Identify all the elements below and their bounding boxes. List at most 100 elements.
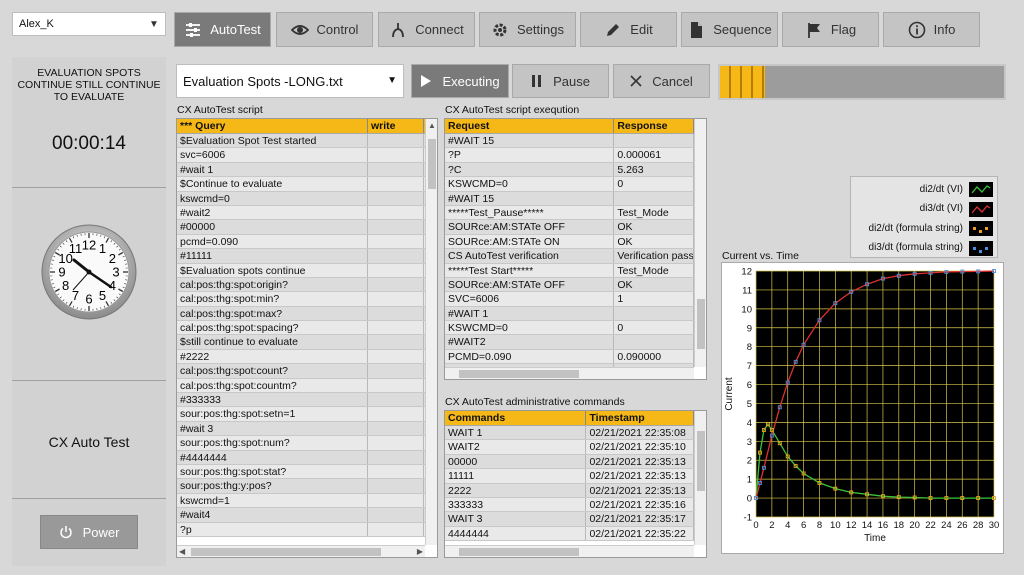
- table-row[interactable]: *****Test Start***** Test_Mode: [445, 263, 694, 278]
- table-row[interactable]: $Evaluation spots continue: [177, 263, 425, 278]
- table-row[interactable]: sour:pos:thg:spot:setn=1: [177, 407, 425, 422]
- table-row[interactable]: #wait 3: [177, 421, 425, 437]
- table-row[interactable]: WAIT 1 02/21/2021 22:35:08: [445, 426, 694, 441]
- table-row[interactable]: #WAIT 1: [445, 306, 694, 322]
- table-row[interactable]: WAIT2 02/21/2021 22:35:10: [445, 440, 694, 455]
- executing-label: Executing: [442, 73, 500, 89]
- table-row[interactable]: ?C 5.263: [445, 162, 694, 178]
- table-row[interactable]: CS AutoTest verification Verification pas…: [445, 249, 694, 264]
- legend-item: di3/dt (VI): [851, 200, 999, 218]
- nav-label: Info: [933, 22, 956, 37]
- table-row[interactable]: pcmd=0.090: [177, 234, 425, 250]
- nav-edit[interactable]: Edit: [580, 12, 677, 47]
- table-row[interactable]: SOURce:AM:STATe ON OK: [445, 234, 694, 250]
- table-row[interactable]: $still continue to evaluate: [177, 335, 425, 350]
- table-row[interactable]: #00000: [177, 220, 425, 235]
- vertical-scrollbar[interactable]: ▲: [425, 119, 437, 545]
- table-row[interactable]: cal:pos:thg:spot:count?: [177, 364, 425, 379]
- table-row[interactable]: #333333: [177, 393, 425, 408]
- table-row[interactable]: $Continue to evaluate: [177, 177, 425, 192]
- column-header[interactable]: Request: [445, 119, 615, 133]
- table-row[interactable]: ?P 0.000061: [445, 148, 694, 163]
- admin-commands-table[interactable]: Commands Timestamp WAIT 1 02/21/2021 22:3…: [444, 410, 707, 558]
- script-file-select[interactable]: Evaluation Spots -LONG.txt ▼: [176, 64, 404, 98]
- script-file-name: Evaluation Spots -LONG.txt: [183, 73, 343, 89]
- table-row[interactable]: sour:pos:thg:spot:stat?: [177, 464, 425, 480]
- x-tick-label: 8: [817, 520, 822, 531]
- table-cell: [368, 205, 424, 220]
- column-header[interactable]: *** Query: [177, 119, 368, 133]
- table-row[interactable]: #wait2: [177, 205, 425, 221]
- table-row[interactable]: #wait4: [177, 508, 425, 523]
- table-row[interactable]: cal:pos:thg:spot:min?: [177, 292, 425, 307]
- nav-flag[interactable]: Flag: [782, 12, 879, 47]
- x-tick-label: 10: [830, 520, 841, 531]
- nav-control[interactable]: Control: [276, 12, 373, 47]
- table-row[interactable]: svc=6006: [177, 148, 425, 163]
- executing-button[interactable]: Executing: [411, 64, 509, 98]
- nav-settings[interactable]: Settings: [479, 12, 576, 47]
- column-header[interactable]: Timestamp: [586, 411, 694, 425]
- table-cell: 02/21/2021 22:35:13: [586, 483, 694, 497]
- x-tick-label: 0: [753, 520, 758, 531]
- table-row[interactable]: cal:pos:thg:spot:countm?: [177, 378, 425, 394]
- column-header[interactable]: Response: [614, 119, 694, 133]
- table-row[interactable]: #WAIT2: [445, 335, 694, 350]
- table-row[interactable]: #wait 1: [177, 162, 425, 178]
- script-table[interactable]: *** Query write $Evaluation Spot Test st…: [176, 118, 438, 558]
- legend-item: di3/dt (formula string): [851, 239, 999, 257]
- table-row[interactable]: SVC=6006 1: [445, 292, 694, 307]
- table-row[interactable]: #2222: [177, 349, 425, 365]
- table-row[interactable]: 4444444 02/21/2021 22:35:22: [445, 526, 694, 542]
- vertical-scrollbar[interactable]: [694, 119, 706, 367]
- table-row[interactable]: SOURce:AM:STATe OFF OK: [445, 277, 694, 293]
- table-row[interactable]: WAIT 3 02/21/2021 22:35:17: [445, 512, 694, 527]
- table-row[interactable]: cal:pos:thg:spot:max?: [177, 306, 425, 322]
- horizontal-scrollbar[interactable]: [445, 545, 694, 557]
- table-row[interactable]: #11111: [177, 249, 425, 264]
- table-cell: OK: [614, 234, 694, 249]
- horizontal-scrollbar[interactable]: [445, 367, 694, 379]
- table-row[interactable]: #WAIT 15: [445, 191, 694, 206]
- table-row[interactable]: 11111 02/21/2021 22:35:13: [445, 469, 694, 484]
- table-row[interactable]: sour:pos:thg:y:pos?: [177, 479, 425, 494]
- table-row[interactable]: *****Test_Pause***** Test_Mode: [445, 205, 694, 221]
- nav-connect[interactable]: Connect: [378, 12, 475, 47]
- table-row[interactable]: KSWCMD=0 0: [445, 321, 694, 336]
- power-button[interactable]: Power: [40, 515, 138, 549]
- table-row[interactable]: #WAIT 15: [445, 134, 694, 149]
- horizontal-scrollbar[interactable]: ◀ ▶: [177, 545, 425, 557]
- chart-svg: 0 2 4 6 8 10 12 14 16 18 20 22 24 26 28 30-101234567891…: [724, 267, 999, 545]
- table-cell: WAIT2: [445, 440, 587, 454]
- table-row[interactable]: 2222 02/21/2021 22:35:13: [445, 483, 694, 498]
- table-row[interactable]: PCMD=0.090 0.090000: [445, 349, 694, 365]
- pause-button[interactable]: Pause: [512, 64, 609, 98]
- table-row[interactable]: kswcmd=1: [177, 493, 425, 509]
- table-cell: *****Test Start*****: [445, 263, 615, 277]
- nav-sequence[interactable]: Sequence: [681, 12, 778, 47]
- table-row[interactable]: 333333 02/21/2021 22:35:16: [445, 497, 694, 513]
- execution-table[interactable]: Request Response #WAIT 15 ?P 0.000061 ?C 5.2…: [444, 118, 707, 380]
- table-row[interactable]: KSWCMD=0 0: [445, 177, 694, 192]
- table-row[interactable]: sour:pos:thg:spot:num?: [177, 436, 425, 451]
- table-row[interactable]: 00000 02/21/2021 22:35:13: [445, 454, 694, 470]
- y-tick-label: 8: [747, 342, 752, 353]
- table-cell: KSWCMD=0: [445, 177, 615, 191]
- table-row[interactable]: cal:pos:thg:spot:origin?: [177, 277, 425, 293]
- table-row[interactable]: cal:pos:thg:spot:spacing?: [177, 321, 425, 336]
- column-header[interactable]: Commands: [445, 411, 587, 425]
- column-header[interactable]: write: [368, 119, 424, 133]
- chevron-down-icon[interactable]: ▼: [387, 75, 397, 86]
- table-row[interactable]: kswcmd=0: [177, 191, 425, 206]
- chevron-down-icon[interactable]: ▼: [143, 13, 165, 35]
- table-row[interactable]: SOURce:AM:STATe OFF OK: [445, 220, 694, 235]
- nav-autotest[interactable]: AutoTest: [174, 12, 271, 47]
- table-row[interactable]: $Evaluation Spot Test started: [177, 134, 425, 149]
- user-select[interactable]: Alex_K ▼: [12, 12, 166, 36]
- nav-label: Settings: [517, 22, 564, 37]
- vertical-scrollbar[interactable]: [694, 411, 706, 545]
- table-row[interactable]: ?p: [177, 522, 425, 537]
- table-row[interactable]: #4444444: [177, 450, 425, 465]
- nav-info[interactable]: Info: [883, 12, 980, 47]
- cancel-button[interactable]: Cancel: [613, 64, 710, 98]
